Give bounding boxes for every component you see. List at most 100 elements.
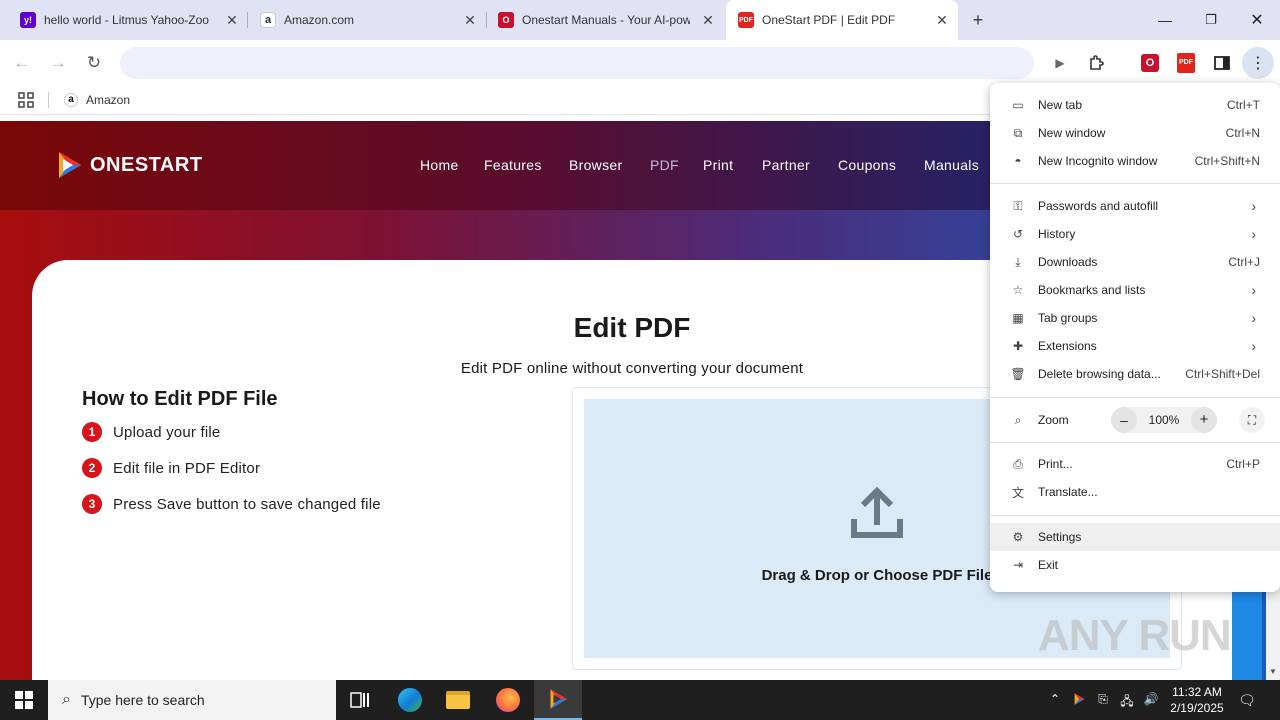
menu-settings[interactable]: ⚙ Settings: [990, 523, 1280, 551]
step-item: 1 Upload your file: [82, 422, 220, 442]
menu-shortcut: Ctrl+Shift+Del: [1185, 367, 1260, 381]
notifications-icon[interactable]: 🗨: [1238, 692, 1256, 708]
firefox-icon[interactable]: [484, 680, 532, 720]
menu-new-incognito-window[interactable]: ◓ New Incognito window Ctrl+Shift+N: [990, 147, 1280, 175]
menu-bookmarks-lists[interactable]: ☆ Bookmarks and lists ›: [990, 276, 1280, 304]
nav-browser[interactable]: Browser: [569, 157, 622, 173]
zoom-icon: ⌕: [1014, 412, 1022, 427]
menu-label: Extensions: [1038, 339, 1097, 353]
menu-label: New Incognito window: [1038, 154, 1158, 168]
tab-yahoo[interactable]: y! hello world - Litmus Yahoo-Zoo ✕: [8, 0, 248, 40]
taskbar-clock[interactable]: 11:32 AM 2/19/2025: [1164, 684, 1230, 716]
bookmark-amazon[interactable]: a Amazon: [64, 91, 130, 109]
menu-new-window[interactable]: ⧉ New window Ctrl+N: [990, 119, 1280, 147]
menu-label: New window: [1038, 126, 1106, 140]
network-icon[interactable]: 🖧: [1118, 692, 1136, 708]
menu-label: Translate...: [1038, 485, 1098, 499]
menu-history[interactable]: ↺ History ›: [990, 220, 1280, 248]
nav-coupons[interactable]: Coupons: [838, 157, 896, 173]
volume-icon[interactable]: 🔊: [1142, 692, 1160, 708]
tab-title: hello world - Litmus Yahoo-Zoo: [44, 13, 209, 27]
taskbar-search-box[interactable]: ⌕ Type here to search: [48, 680, 336, 720]
menu-translate[interactable]: 文 Translate...: [990, 478, 1280, 506]
onestart-manuals-icon: O: [498, 12, 514, 28]
window-close-icon[interactable]: ✕: [1234, 0, 1280, 40]
nav-manuals[interactable]: Manuals: [924, 157, 979, 173]
logo-text: ONESTART: [90, 153, 203, 176]
fullscreen-icon[interactable]: ⛶: [1239, 407, 1265, 433]
reload-icon[interactable]: ↻: [80, 49, 108, 77]
menu-extensions[interactable]: ✚ Extensions ›: [990, 332, 1280, 360]
new-tab-plus-icon[interactable]: +: [966, 10, 990, 30]
address-bar[interactable]: [120, 47, 1034, 79]
close-icon[interactable]: ✕: [934, 12, 950, 28]
menu-passwords-autofill[interactable]: ⚿ Passwords and autofill ›: [990, 192, 1280, 220]
bookmark-label: Amazon: [86, 93, 131, 107]
step-text: Edit file in PDF Editor: [113, 459, 261, 477]
windows-start-icon[interactable]: [0, 680, 48, 720]
close-icon[interactable]: ✕: [462, 12, 478, 28]
menu-tab-groups[interactable]: ▦ Tab groups ›: [990, 304, 1280, 332]
onestart-logo[interactable]: ONESTART: [53, 149, 203, 181]
minimize-icon[interactable]: —: [1142, 0, 1188, 40]
extensions-puzzle-icon[interactable]: [1085, 51, 1109, 75]
close-icon[interactable]: ✕: [700, 12, 716, 28]
menu-divider: [990, 515, 1280, 516]
menu-shortcut: Ctrl+N: [1225, 126, 1260, 140]
menu-downloads[interactable]: ⤓ Downloads Ctrl+J: [990, 248, 1280, 276]
menu-label: History: [1038, 227, 1076, 241]
tab-title: Amazon.com: [284, 13, 355, 27]
clock-date: 2/19/2025: [1170, 701, 1224, 715]
tray-device-icon[interactable]: ⎘: [1094, 692, 1112, 708]
chrome-menu-kebab-icon[interactable]: ⋮: [1242, 47, 1274, 79]
menu-label: Tab groups: [1038, 311, 1098, 325]
restore-icon[interactable]: ❐: [1188, 0, 1234, 40]
forward-arrow-icon[interactable]: →: [44, 49, 72, 77]
tray-onestart-icon[interactable]: [1070, 692, 1088, 708]
onestart-logo-icon: [59, 152, 81, 178]
nav-partner[interactable]: Partner: [762, 157, 810, 173]
menu-delete-browsing-data[interactable]: 🗑 Delete browsing data... Ctrl+Shift+Del: [990, 360, 1280, 388]
side-panel-icon[interactable]: [1210, 51, 1234, 75]
zoom-in-plus-icon[interactable]: +: [1191, 407, 1217, 433]
how-to-title: How to Edit PDF File: [82, 388, 278, 410]
task-view-icon[interactable]: [336, 680, 384, 720]
tab-amazon[interactable]: a Amazon.com ✕: [248, 0, 486, 40]
anyrun-watermark: ANY RUN: [1038, 611, 1232, 660]
history-icon: ↺: [1012, 227, 1024, 241]
scroll-down-arrow-icon[interactable]: ▼: [1269, 667, 1277, 676]
browser-toolbar: ← → ↻ ▶ O PDF ⋮: [0, 40, 1280, 85]
menu-label: Downloads: [1038, 255, 1098, 269]
nav-print[interactable]: Print: [703, 157, 733, 173]
tab-onestart-manuals[interactable]: O Onestart Manuals - Your AI-powe ✕: [486, 0, 724, 40]
tab-onestart-pdf[interactable]: PDF OneStart PDF | Edit PDF ✕: [726, 0, 958, 40]
tab-groups-icon: ▦: [1012, 311, 1024, 325]
tray-chevron-up-icon[interactable]: ⌃: [1046, 692, 1064, 708]
side-widget[interactable]: [1232, 591, 1262, 680]
menu-exit[interactable]: ⇥ Exit: [990, 551, 1280, 579]
cast-icon[interactable]: ▶: [1048, 51, 1072, 75]
menu-label: Bookmarks and lists: [1038, 283, 1146, 297]
pdf-extension-label: PDF: [1177, 53, 1195, 73]
onestart-browser-icon[interactable]: [534, 680, 582, 720]
step-number: 3: [82, 494, 102, 514]
onestart-extension-icon[interactable]: O: [1138, 51, 1162, 75]
nav-pdf[interactable]: PDF: [650, 157, 679, 173]
close-icon[interactable]: ✕: [224, 12, 240, 28]
step-number: 2: [82, 458, 102, 478]
menu-new-tab[interactable]: ▭ New tab Ctrl+T: [990, 91, 1280, 119]
file-explorer-icon[interactable]: [434, 680, 482, 720]
menu-zoom-row: ⌕ Zoom – 100% + ⛶: [990, 405, 1280, 435]
tab-strip: y! hello world - Litmus Yahoo-Zoo ✕ a Am…: [0, 0, 1280, 40]
menu-print[interactable]: ⎙ Print... Ctrl+P: [990, 450, 1280, 478]
back-arrow-icon[interactable]: ←: [8, 49, 36, 77]
nav-home[interactable]: Home: [420, 157, 459, 173]
star-icon: ☆: [1012, 283, 1024, 297]
apps-grid-icon[interactable]: [18, 92, 34, 108]
zoom-out-minus-icon[interactable]: –: [1111, 407, 1137, 433]
new-tab-icon: ▭: [1012, 98, 1024, 112]
pdf-extension-icon[interactable]: PDF: [1174, 51, 1198, 75]
incognito-icon: ◓: [1014, 154, 1022, 168]
edge-icon[interactable]: [386, 680, 434, 720]
nav-features[interactable]: Features: [484, 157, 542, 173]
